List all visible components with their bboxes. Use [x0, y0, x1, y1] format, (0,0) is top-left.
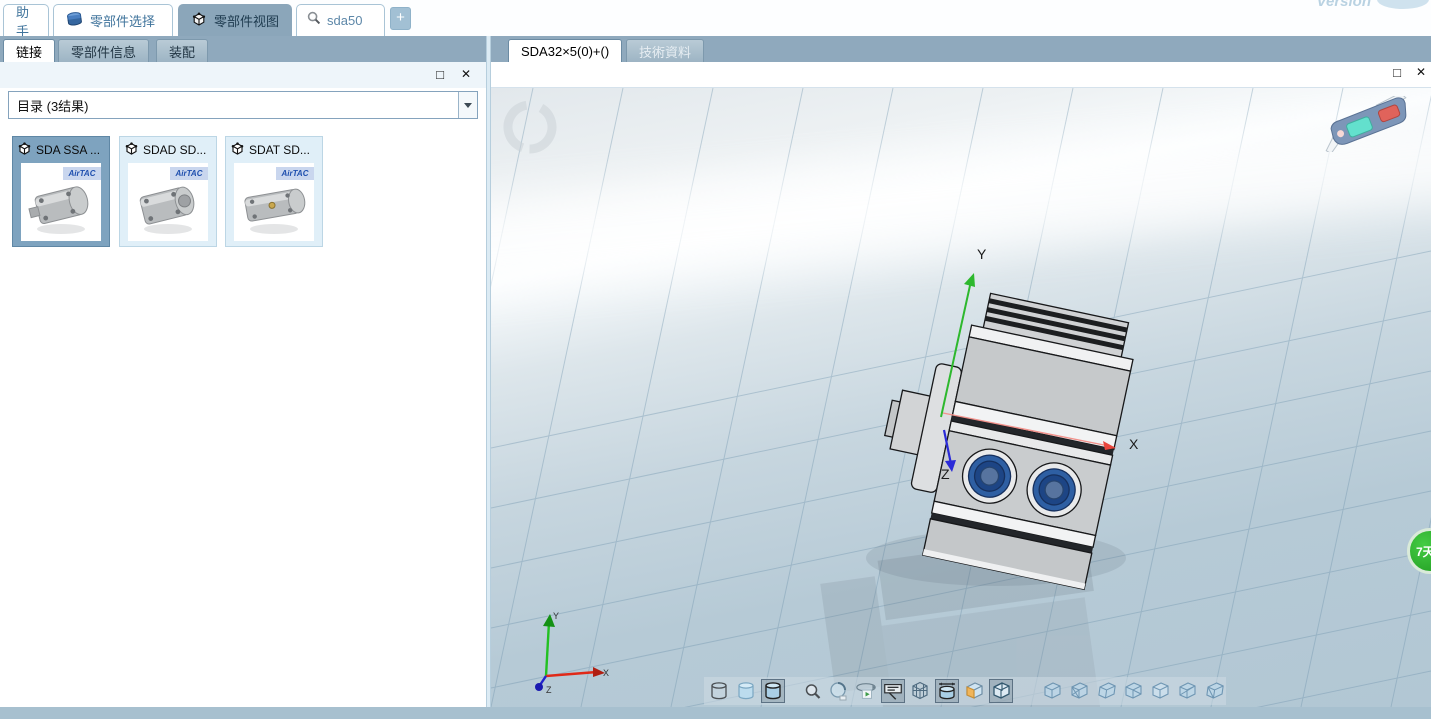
render-shaded-button[interactable]	[734, 679, 758, 703]
right-tab-model-label: SDA32×5(0)+()	[521, 44, 609, 59]
part-thumbnail: AirTAC	[128, 163, 208, 241]
axis-z-label: Z	[941, 466, 950, 482]
database-icon	[66, 12, 83, 30]
model-canvas	[491, 88, 1431, 707]
result-card-sdad[interactable]: SDAD SD... AirTAC	[119, 136, 217, 247]
part-thumbnail: AirTAC	[21, 163, 101, 241]
maximize-button[interactable]: □	[432, 67, 448, 82]
results-panel: □ ✕ 目录 (3结果) SDA SSA ...	[0, 62, 486, 707]
result-card-sdat[interactable]: SDAT SD... AirTAC	[225, 136, 323, 247]
viewer-titlebar: □ ✕	[491, 62, 1431, 88]
view-cube-1-button[interactable]	[1040, 679, 1064, 703]
version-label: Version	[1317, 0, 1371, 10]
right-tab-model[interactable]: SDA32×5(0)+()	[508, 39, 622, 62]
section-measure-button[interactable]	[935, 679, 959, 703]
result-card-label: SDAD SD...	[143, 143, 206, 157]
search-tab[interactable]	[296, 4, 385, 36]
left-tab-assembly[interactable]: 装配	[156, 39, 208, 62]
new-tab-button[interactable]: +	[390, 7, 411, 30]
measure-tools-button[interactable]	[881, 679, 905, 703]
part-cube-icon	[124, 141, 139, 159]
tab-part-selection-label: 零部件选择	[90, 11, 155, 30]
result-card-label: SDA SSA ...	[36, 143, 100, 157]
top-tab-bar: 助手 零部件选择 零部件视图	[0, 0, 1431, 36]
result-card-sda[interactable]: SDA SSA ... AirTAC	[12, 136, 110, 247]
right-tab-tech-data[interactable]: 技術資料	[626, 39, 704, 62]
tab-part-view[interactable]: 零部件视图	[178, 4, 292, 36]
view-cube-3-button[interactable]	[1094, 679, 1118, 703]
window-bottom-edge	[0, 707, 1431, 719]
viewer-panel: □ ✕	[491, 62, 1431, 707]
result-card-label: SDAT SD...	[249, 143, 310, 157]
right-tab-tech-data-label: 技術資料	[639, 42, 691, 61]
close-button[interactable]: ✕	[458, 67, 474, 82]
application-window: 助手 零部件选择 零部件视图	[0, 0, 1431, 719]
left-tab-links-label: 链接	[16, 42, 42, 61]
mesh-view-button[interactable]	[908, 679, 932, 703]
part-thumbnail: AirTAC	[234, 163, 314, 241]
play-animation-button[interactable]	[854, 679, 878, 703]
search-input[interactable]	[327, 13, 379, 28]
view-cube-5-button[interactable]	[1148, 679, 1172, 703]
brand-badge: AirTAC	[63, 167, 101, 180]
axis-x-label: X	[1129, 436, 1138, 452]
brand-badge: AirTAC	[276, 167, 314, 180]
rotate-view-button[interactable]	[827, 679, 851, 703]
render-wireframe-button[interactable]	[707, 679, 731, 703]
search-icon	[307, 11, 321, 30]
tab-part-selection[interactable]: 零部件选择	[53, 4, 173, 36]
view-cube-2-button[interactable]	[1067, 679, 1091, 703]
view-cube-4-button[interactable]	[1121, 679, 1145, 703]
catalog-select-dropdown-button[interactable]	[458, 92, 477, 118]
view-cube-7-button[interactable]	[1202, 679, 1226, 703]
viewport-toolbar	[704, 677, 1226, 705]
chevron-down-icon	[464, 103, 472, 108]
viewer-close-button[interactable]: ✕	[1413, 65, 1429, 80]
view-cube-6-button[interactable]	[1175, 679, 1199, 703]
left-tab-part-info-label: 零部件信息	[71, 42, 136, 61]
part-cube-icon	[230, 141, 245, 159]
mini-axis-y-label: Y	[553, 611, 559, 621]
tab-assistant[interactable]: 助手	[3, 4, 49, 36]
catalog-select-value: 目录 (3结果)	[17, 96, 89, 115]
brand-logo	[1377, 0, 1429, 9]
left-tab-assembly-label: 装配	[169, 42, 195, 61]
mini-axis-x-label: X	[603, 668, 609, 678]
zoom-fit-button[interactable]	[800, 679, 824, 703]
part-cube-icon	[17, 141, 32, 159]
render-shaded-edges-button[interactable]	[761, 679, 785, 703]
axis-y-label: Y	[977, 246, 986, 262]
tab-assistant-label: 助手	[16, 2, 36, 37]
mini-axis-z-label: Z	[546, 685, 552, 695]
viewport-3d[interactable]: Y X Z Y X Z 7天	[491, 88, 1431, 707]
brand-badge: AirTAC	[170, 167, 208, 180]
cube-wireframe-view-button[interactable]	[989, 679, 1013, 703]
results-panel-titlebar: □ ✕	[0, 62, 486, 88]
viewer-maximize-button[interactable]: □	[1389, 65, 1405, 80]
catalog-select[interactable]: 目录 (3结果)	[8, 91, 478, 119]
trial-badge-label: 7天	[1416, 543, 1431, 560]
cube-icon	[191, 11, 207, 30]
tab-part-view-label: 零部件视图	[214, 11, 279, 30]
panel-tab-strip: 链接 零部件信息 装配 SDA32×5(0)+() 技術資料	[0, 36, 1431, 62]
left-tab-links[interactable]: 链接	[3, 39, 55, 62]
cube-face-view-button[interactable]	[962, 679, 986, 703]
left-tab-part-info[interactable]: 零部件信息	[58, 39, 149, 62]
